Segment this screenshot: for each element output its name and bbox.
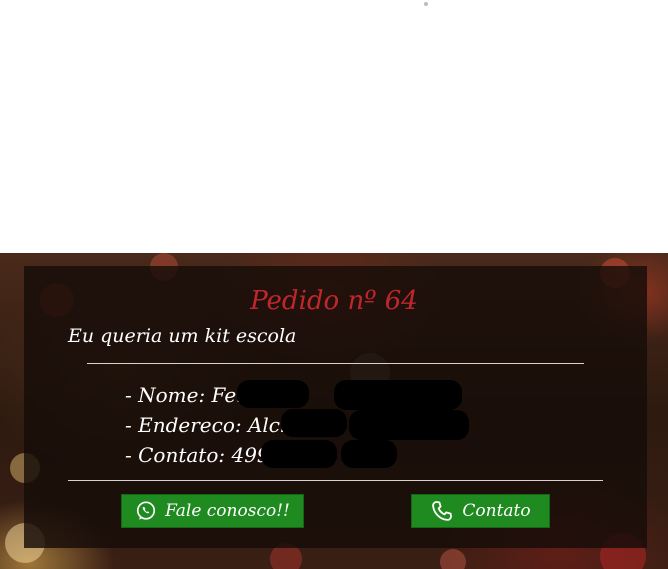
detail-address: - Endereco: Alci l: [125, 413, 300, 437]
order-message: Eu queria um kit escola: [68, 325, 297, 347]
contact-button-label: Contato: [462, 501, 531, 521]
divider: [68, 480, 603, 481]
whatsapp-button-label: Fale conosco!!: [165, 501, 290, 521]
loading-indicator: [424, 2, 428, 6]
whatsapp-contact-button[interactable]: Fale conosco!!: [121, 494, 304, 528]
whatsapp-icon: [137, 501, 156, 520]
redaction-mark: [349, 410, 469, 440]
redaction-mark: [281, 409, 347, 437]
blank-top-area: [0, 0, 668, 253]
redaction-mark: [341, 440, 397, 468]
contact-button[interactable]: Contato: [411, 494, 550, 528]
phone-icon: [432, 501, 453, 521]
redaction-mark: [334, 380, 462, 410]
redaction-mark: [261, 440, 337, 468]
redaction-mark: [237, 380, 309, 408]
divider: [87, 363, 584, 364]
order-title: Pedido nº 64: [250, 286, 418, 316]
